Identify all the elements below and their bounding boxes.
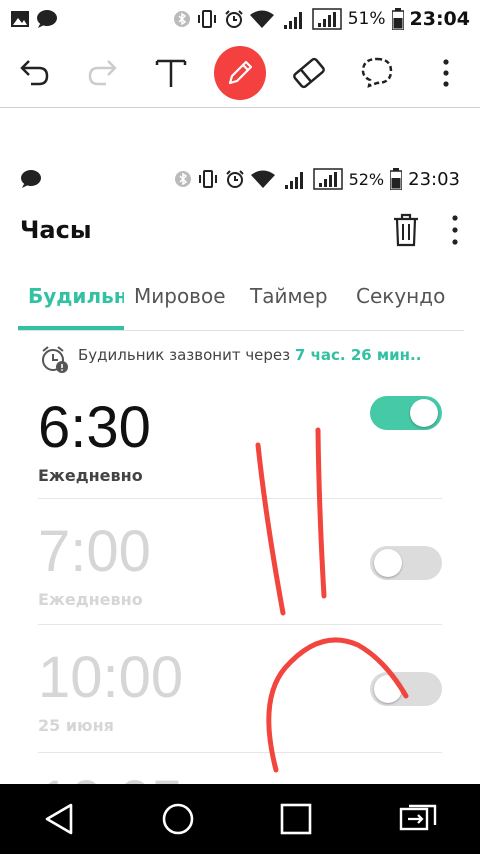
alarm-item[interactable]: 10:05 <box>38 772 442 784</box>
text-tool-button[interactable] <box>145 47 197 99</box>
status-bar: 51% 23:04 <box>0 0 480 38</box>
page-title: Часы <box>20 216 92 244</box>
notice-highlight: 7 час. 26 мин. <box>294 346 416 364</box>
pen-tool-button[interactable] <box>213 45 266 100</box>
alarm-repeat: Ежедневно <box>38 590 143 609</box>
switch-app-icon[interactable] <box>397 801 439 837</box>
alarm-icon <box>225 10 243 28</box>
eraser-icon <box>292 57 325 88</box>
gallery-icon <box>11 11 29 27</box>
vibrate-icon <box>197 10 216 28</box>
recents-icon[interactable] <box>278 801 314 837</box>
pen-icon <box>228 60 253 84</box>
redo-button[interactable] <box>77 47 129 99</box>
redo-icon <box>88 59 117 85</box>
signal-icon-2 <box>312 168 343 190</box>
inner-battery-percent: 52% <box>348 169 385 189</box>
alarm-item[interactable]: 10:00 25 июня <box>38 648 442 753</box>
pen-tool-active <box>213 45 266 100</box>
alarm-toggle[interactable] <box>370 672 442 706</box>
wifi-icon <box>250 170 275 188</box>
alarm-time: 10:05 <box>38 772 442 784</box>
alarm-item[interactable]: 7:00 Ежедневно <box>38 522 442 625</box>
app-header: Часы <box>20 205 460 255</box>
signal-icon-2 <box>311 8 342 30</box>
alarm-toggle[interactable] <box>370 546 442 580</box>
status-time: 23:04 <box>409 8 470 30</box>
alarm-item[interactable]: 6:30 Ежедневно <box>38 396 442 499</box>
battery-percent: 51% <box>347 9 386 29</box>
next-alarm-notice: Будильник зазвонит через 7 час. 26 мин.. <box>40 344 440 392</box>
battery-icon <box>390 168 403 190</box>
toggle-knob <box>410 399 438 427</box>
back-icon[interactable] <box>41 801 77 837</box>
toggle-knob <box>374 675 402 703</box>
signal-icon <box>283 12 302 29</box>
alarm-icon <box>225 170 244 188</box>
alarm-repeat: 25 июня <box>38 716 114 735</box>
eraser-tool-button[interactable] <box>283 47 335 99</box>
inner-status-time: 23:03 <box>408 168 460 190</box>
undo-button[interactable] <box>8 47 60 99</box>
notice-text: Будильник зазвонит через 7 час. 26 мин.. <box>78 344 421 366</box>
drawing-toolbar <box>0 38 480 108</box>
home-icon[interactable] <box>160 801 196 837</box>
lasso-tool-button[interactable] <box>351 47 403 99</box>
alarm-toggle[interactable] <box>370 396 442 430</box>
tab-alarm[interactable]: Будильн <box>18 272 124 330</box>
wifi-icon <box>249 10 274 28</box>
message-icon <box>21 170 41 188</box>
navigation-bar <box>0 784 480 854</box>
toggle-knob <box>374 549 402 577</box>
undo-icon <box>20 59 49 85</box>
text-tool-icon <box>156 59 187 87</box>
bluetooth-icon <box>174 171 191 187</box>
notice-suffix: . <box>415 346 422 364</box>
delete-button[interactable] <box>392 213 420 247</box>
tab-stopwatch[interactable]: Секундо <box>346 272 464 330</box>
signal-icon <box>284 172 303 189</box>
alarm-repeat: Ежедневно <box>38 466 143 485</box>
bluetooth-icon <box>173 11 190 27</box>
more-options-button[interactable] <box>420 47 472 99</box>
tab-timer[interactable]: Таймер <box>240 272 346 330</box>
lasso-icon <box>361 57 393 88</box>
notice-prefix: Будильник зазвонит через <box>78 346 295 364</box>
battery-icon <box>391 8 404 30</box>
inner-status-bar: 52% 23:03 <box>20 163 460 195</box>
tab-world-clock[interactable]: Мировое <box>124 272 240 330</box>
vibrate-icon <box>198 170 217 188</box>
message-icon <box>37 10 57 28</box>
alarm-warning-icon <box>42 346 68 373</box>
more-vertical-icon <box>443 58 449 87</box>
more-options-button[interactable] <box>450 214 460 246</box>
tab-bar: Будильн Мировое Таймер Секундо <box>18 272 464 331</box>
